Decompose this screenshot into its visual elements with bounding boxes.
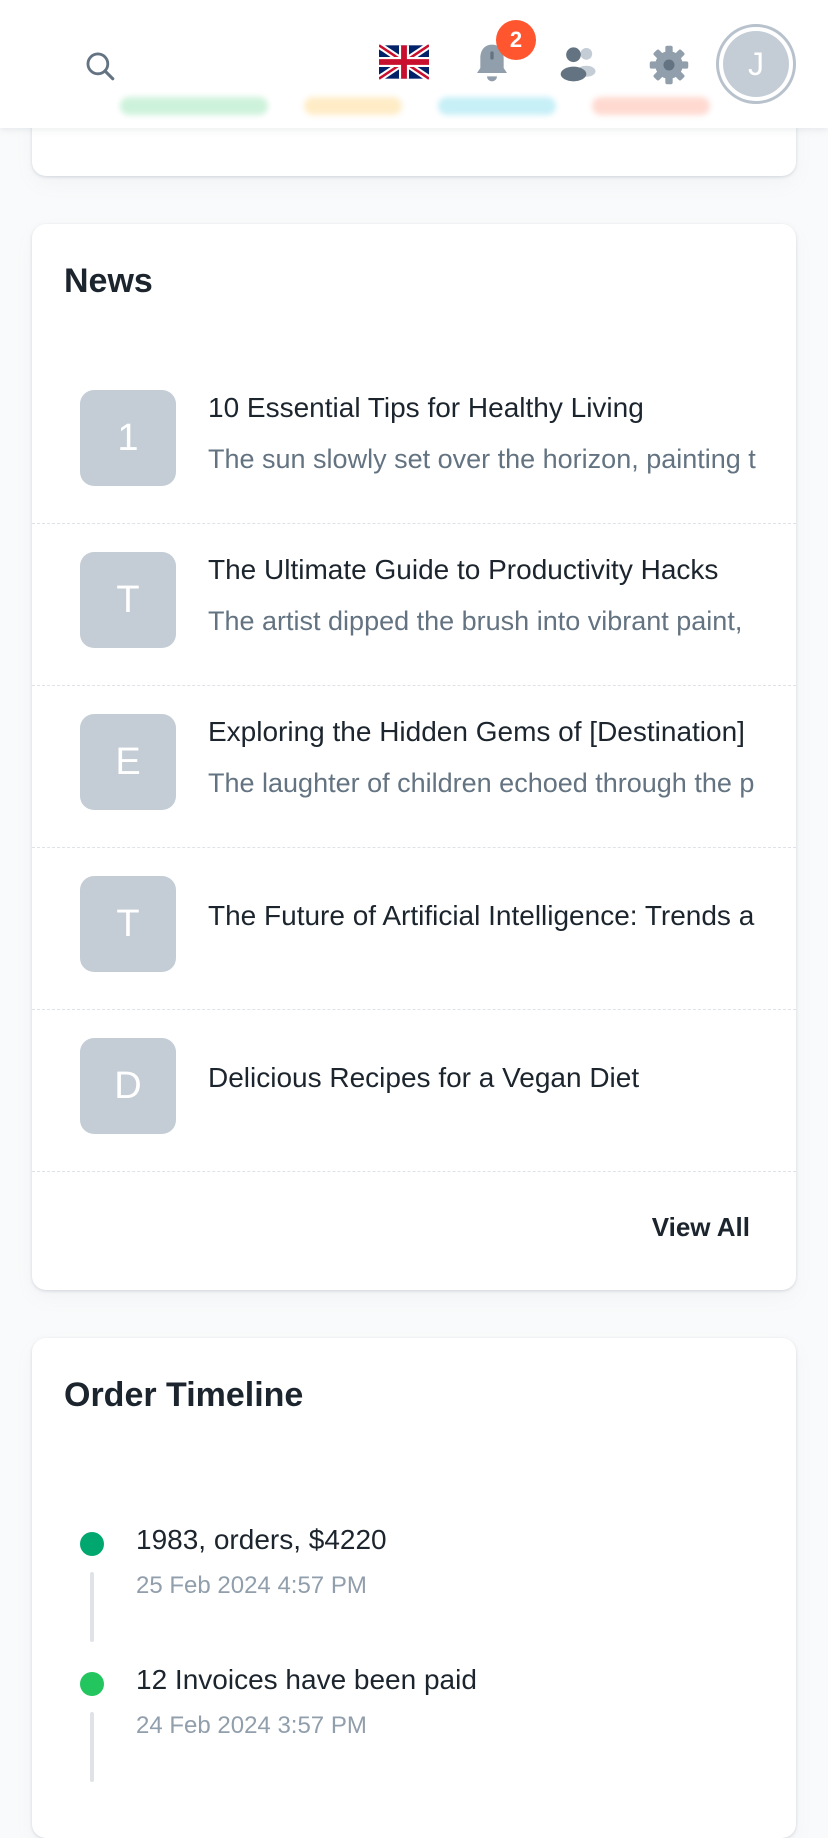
- account-avatar-button[interactable]: J: [716, 24, 796, 104]
- timeline-item-title: 1983, orders, $4220: [136, 1524, 387, 1555]
- news-item-title[interactable]: 10 Essential Tips for Healthy Living: [208, 392, 644, 424]
- news-thumbnail: D: [80, 1038, 176, 1134]
- timeline-item-time: 25 Feb 2024 4:57 PM: [136, 1572, 367, 1599]
- timeline-connector: [90, 1572, 94, 1642]
- news-item[interactable]: T The Future of Artificial Intelligence:…: [32, 848, 796, 1010]
- gear-icon: [649, 45, 689, 85]
- news-thumbnail: E: [80, 714, 176, 810]
- news-thumbnail: 1: [80, 390, 176, 486]
- news-item-title[interactable]: The Ultimate Guide to Productivity Hacks: [208, 554, 718, 586]
- settings-button[interactable]: [644, 40, 694, 90]
- search-button[interactable]: [78, 44, 122, 88]
- news-item[interactable]: T The Ultimate Guide to Productivity Hac…: [32, 524, 796, 686]
- timeline-item-time: 24 Feb 2024 3:57 PM: [136, 1712, 367, 1739]
- timeline-item: 12 Invoices have been paid 24 Feb 2024 3…: [32, 1650, 796, 1790]
- contacts-button[interactable]: [556, 40, 602, 86]
- news-title: News: [64, 262, 153, 300]
- timeline-item: 1983, orders, $4220 25 Feb 2024 4:57 PM: [32, 1510, 796, 1650]
- top-header: 2 J: [0, 0, 828, 128]
- news-list: 1 10 Essential Tips for Healthy Living T…: [32, 362, 796, 1172]
- news-item-description: The laughter of children echoed through …: [208, 768, 755, 798]
- news-card: News 1 10 Essential Tips for Healthy Liv…: [32, 224, 796, 1290]
- timeline-item-title: 12 Invoices have been paid: [136, 1664, 477, 1695]
- news-thumbnail: T: [80, 876, 176, 972]
- uk-flag-icon: [379, 43, 429, 81]
- news-item-title[interactable]: Exploring the Hidden Gems of [Destinatio…: [208, 716, 745, 748]
- view-all-button[interactable]: View All: [652, 1212, 750, 1243]
- timeline-list: 1983, orders, $4220 25 Feb 2024 4:57 PM …: [32, 1510, 796, 1790]
- news-item-title[interactable]: The Future of Artificial Intelligence: T…: [208, 900, 754, 932]
- timeline-dot: [80, 1532, 104, 1556]
- contacts-icon: [560, 47, 596, 82]
- scrolled-chart-legend: [120, 88, 711, 124]
- avatar: J: [723, 31, 789, 97]
- notification-count-badge: 2: [496, 20, 536, 60]
- news-item[interactable]: E Exploring the Hidden Gems of [Destinat…: [32, 686, 796, 848]
- order-timeline-title: Order Timeline: [64, 1376, 304, 1414]
- order-timeline-card: Order Timeline 1983, orders, $4220 25 Fe…: [32, 1338, 796, 1838]
- news-item-title[interactable]: Delicious Recipes for a Vegan Diet: [208, 1062, 639, 1094]
- news-item-description: The artist dipped the brush into vibrant…: [208, 606, 743, 636]
- news-thumbnail: T: [80, 552, 176, 648]
- news-item-description: The sun slowly set over the horizon, pai…: [208, 444, 756, 474]
- timeline-dot: [80, 1672, 104, 1696]
- search-icon: [86, 52, 115, 81]
- news-item[interactable]: 1 10 Essential Tips for Healthy Living T…: [32, 362, 796, 524]
- language-button[interactable]: [378, 42, 430, 82]
- news-item[interactable]: D Delicious Recipes for a Vegan Diet: [32, 1010, 796, 1172]
- timeline-connector: [90, 1712, 94, 1782]
